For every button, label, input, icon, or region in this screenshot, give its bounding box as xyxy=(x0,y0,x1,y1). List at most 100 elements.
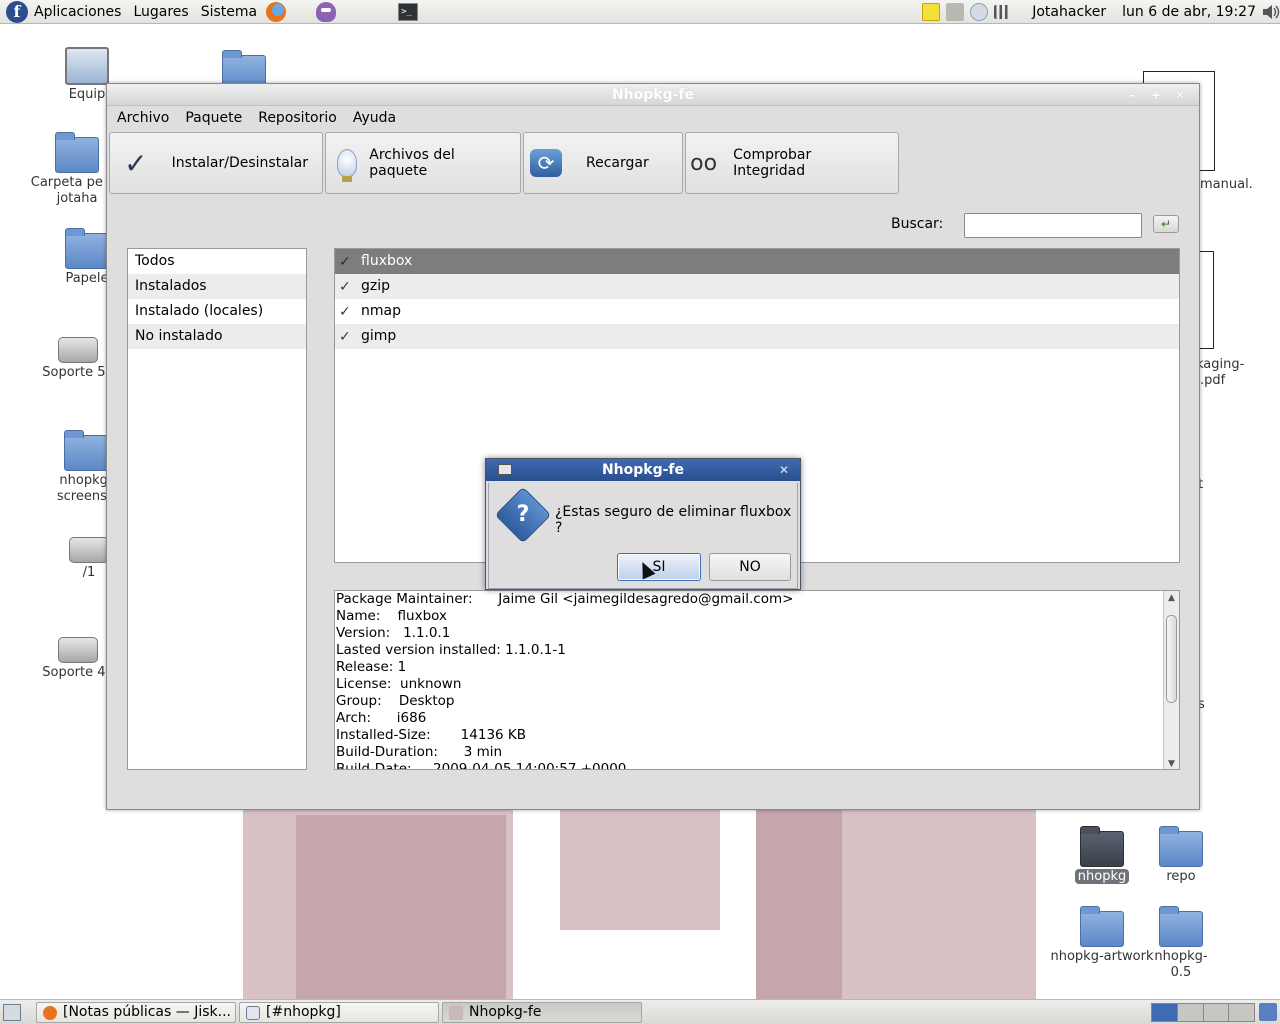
workspace-1[interactable] xyxy=(1152,1004,1178,1021)
package-name: fluxbox xyxy=(361,253,413,269)
menu-aplicaciones[interactable]: Aplicaciones xyxy=(34,0,129,24)
volume-icon[interactable] xyxy=(1262,4,1280,20)
desktop-icon-folder[interactable]: nhopkg xyxy=(1057,826,1147,885)
desktop-icon-label: manual. xyxy=(1200,177,1253,192)
window-menu-icon[interactable] xyxy=(498,464,512,475)
desktop-icon-label: .pdf xyxy=(1200,373,1226,388)
details-line: License: unknown xyxy=(336,676,462,692)
package-row[interactable]: ✓ fluxbox xyxy=(335,249,1179,274)
yes-button[interactable]: SI xyxy=(617,553,701,581)
package-row[interactable]: ✓ nmap xyxy=(335,299,1179,324)
package-details[interactable]: Package Maintainer: Jaime Gil <jaimegild… xyxy=(334,590,1180,770)
menu-sistema[interactable]: Sistema xyxy=(201,0,265,24)
folder-icon xyxy=(1080,906,1124,947)
desktop-icon-folder[interactable]: nhopkg-artwork xyxy=(1050,906,1154,965)
dialog-title: Nhopkg-fe xyxy=(601,462,685,478)
scroll-thumb[interactable] xyxy=(1166,615,1177,703)
package-files-button[interactable]: Archivos del paquete xyxy=(325,132,521,194)
minimize-icon[interactable]: – xyxy=(1123,87,1141,103)
desktop-icon-label: nhopkg xyxy=(1074,869,1130,884)
trash-icon xyxy=(65,228,109,269)
computer-icon xyxy=(65,47,109,85)
trash-icon[interactable] xyxy=(1259,1003,1277,1021)
pidgin-icon xyxy=(316,1,337,22)
check-integrity-button[interactable]: oo Comprobar Integridad xyxy=(685,132,899,194)
filter-item-instalados[interactable]: Instalados xyxy=(128,274,306,299)
wallpaper-shape xyxy=(296,815,506,999)
wallpaper-shape xyxy=(842,810,1036,999)
filter-item-todos[interactable]: Todos xyxy=(128,249,306,274)
search-input[interactable] xyxy=(964,213,1142,238)
pidgin-launcher[interactable] xyxy=(315,1,337,23)
reload-icon: ⟳ xyxy=(528,145,564,181)
network-icon[interactable] xyxy=(970,3,989,21)
details-line: Release: 1 xyxy=(336,659,407,675)
firefox-icon xyxy=(266,1,287,22)
search-go-icon[interactable]: ↵ xyxy=(1153,215,1179,233)
clock[interactable]: lun 6 de abr, 19:27 xyxy=(1122,4,1256,20)
package-row[interactable]: ✓ gzip xyxy=(335,274,1179,299)
scroll-up-icon[interactable]: ▲ xyxy=(1164,591,1179,605)
fedora-logo-icon[interactable]: f xyxy=(6,0,28,23)
show-desktop-icon[interactable] xyxy=(3,1004,21,1021)
details-line: Package Maintainer: Jaime Gil <jaimegild… xyxy=(336,591,794,607)
workspace-2[interactable] xyxy=(1177,1004,1204,1021)
workspace-switcher[interactable] xyxy=(1151,1003,1255,1022)
desktop-icon-label: repo xyxy=(1166,869,1196,884)
menu-lugares[interactable]: Lugares xyxy=(133,0,196,24)
maximize-icon[interactable]: + xyxy=(1147,87,1165,103)
menu-label: Sistema xyxy=(200,3,258,20)
firefox-icon xyxy=(43,1006,57,1020)
task-button[interactable]: [Notas públicas — Jisk... xyxy=(36,1002,236,1023)
firefox-launcher[interactable] xyxy=(265,1,287,23)
window-titlebar[interactable]: Nhopkg-fe – + ✕ xyxy=(107,84,1199,106)
menu-archivo[interactable]: Archivo xyxy=(109,110,177,126)
folder-icon xyxy=(1080,826,1124,867)
signal-icon[interactable] xyxy=(994,5,1013,19)
glasses-icon: oo xyxy=(690,150,718,176)
window-title: Nhopkg-fe xyxy=(611,87,695,103)
task-button[interactable]: [#nhopkg] xyxy=(239,1002,439,1023)
folder-icon xyxy=(1159,826,1203,867)
checkbox-checked-icon[interactable]: ✓ xyxy=(339,255,353,269)
install-uninstall-button[interactable]: ✓ Instalar/Desinstalar xyxy=(109,132,323,194)
task-label: [Notas públicas — Jisk... xyxy=(63,1004,231,1020)
home-folder-icon xyxy=(55,132,99,173)
menu-repositorio[interactable]: Repositorio xyxy=(250,110,345,126)
package-name: nmap xyxy=(361,303,401,319)
applet-icon[interactable] xyxy=(946,3,965,21)
package-row[interactable]: ✓ gimp xyxy=(335,324,1179,349)
filter-item-no-instalado[interactable]: No instalado xyxy=(128,324,306,349)
scroll-down-icon[interactable]: ▼ xyxy=(1164,757,1179,769)
details-scrollbar[interactable]: ▲ ▼ xyxy=(1163,591,1179,769)
dialog-message: ¿Estas seguro de eliminar fluxbox ? xyxy=(555,504,792,536)
drive-icon xyxy=(58,337,98,363)
notes-icon[interactable] xyxy=(922,3,941,21)
checkbox-checked-icon[interactable]: ✓ xyxy=(339,305,353,319)
workspace-3[interactable] xyxy=(1203,1004,1230,1021)
search-label: Buscar: xyxy=(891,216,944,232)
toolbar: ✓ Instalar/Desinstalar Archivos del paqu… xyxy=(109,132,901,194)
reload-button[interactable]: ⟳ Recargar xyxy=(523,132,683,194)
task-label: Nhopkg-fe xyxy=(469,1004,542,1020)
workspace-4[interactable] xyxy=(1229,1004,1254,1021)
filter-item-instalado-locales[interactable]: Instalado (locales) xyxy=(128,299,306,324)
close-icon[interactable]: ✕ xyxy=(1171,87,1189,103)
task-button[interactable]: Nhopkg-fe xyxy=(442,1002,642,1023)
checkbox-checked-icon[interactable]: ✓ xyxy=(339,280,353,294)
details-line: Group: Desktop xyxy=(336,693,455,709)
terminal-launcher[interactable]: >_ xyxy=(397,1,419,23)
desktop-icon-folder[interactable]: nhopkg-0.5 xyxy=(1146,906,1216,981)
close-icon[interactable]: ✕ xyxy=(776,462,792,478)
no-button[interactable]: NO xyxy=(709,553,791,581)
dialog-titlebar[interactable]: Nhopkg-fe ✕ xyxy=(486,459,800,481)
bulb-icon xyxy=(330,145,363,182)
checkbox-checked-icon[interactable]: ✓ xyxy=(339,330,353,344)
desktop-icon-folder[interactable]: repo xyxy=(1136,826,1226,885)
question-mark: ? xyxy=(516,502,530,527)
button-label: Recargar xyxy=(586,155,649,171)
menu-ayuda[interactable]: Ayuda xyxy=(345,110,404,126)
details-line: Installed-Size: 14136 KB xyxy=(336,727,527,743)
menu-paquete[interactable]: Paquete xyxy=(177,110,250,126)
user-name[interactable]: Jotahacker xyxy=(1032,4,1106,20)
